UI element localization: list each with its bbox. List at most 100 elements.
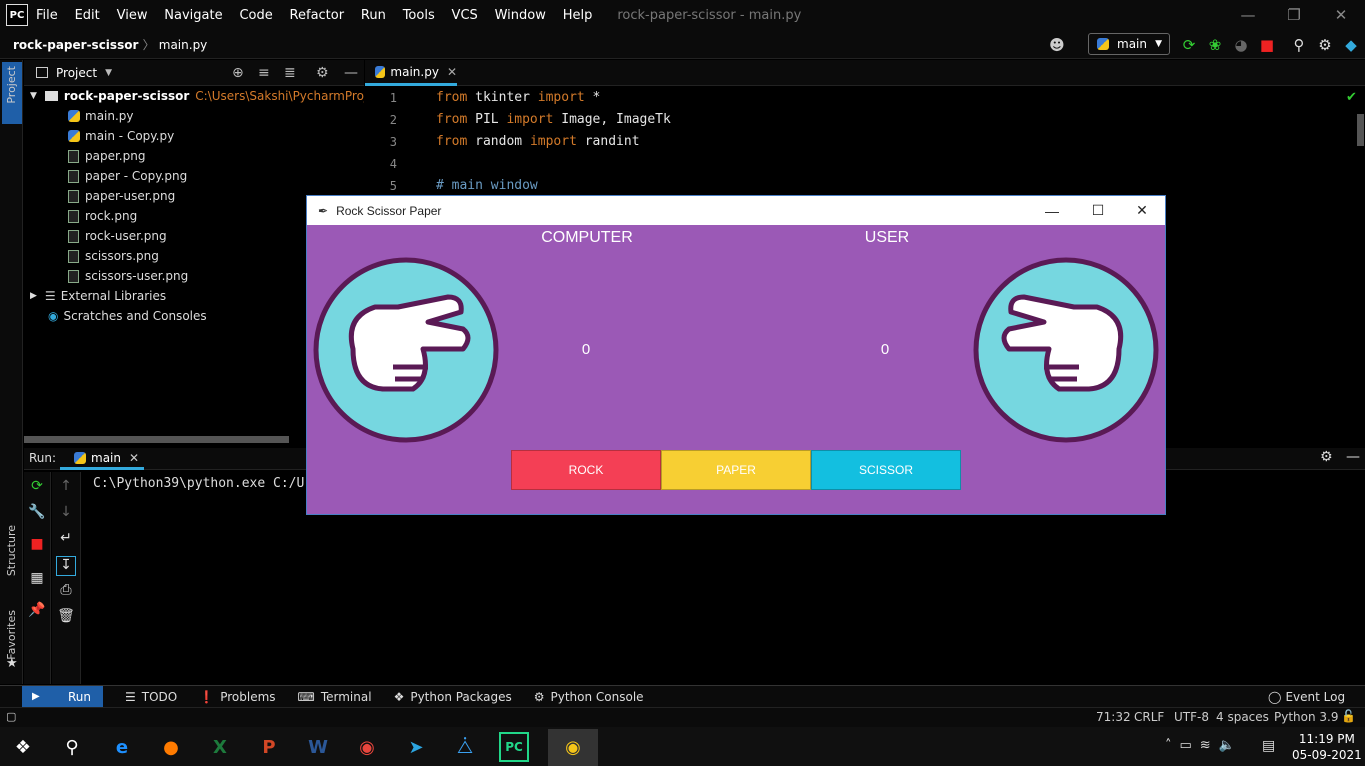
powerpoint-icon[interactable]: P [254,732,284,762]
collapse-all-icon[interactable]: ≣ [284,65,296,81]
search-icon[interactable]: ⚲ [1290,36,1308,54]
wrench-icon[interactable]: 🔧 [27,504,47,520]
tab-problems[interactable]: ❗ Problems [199,690,275,704]
status-indent[interactable]: 4 spaces [1216,710,1269,724]
menu-view[interactable]: View [117,8,148,23]
tree-file[interactable]: scissors.png [68,246,159,266]
tab-run[interactable]: ▶ Run [22,685,104,708]
arrow-down-icon[interactable]: ↓ [56,504,76,520]
edge-icon[interactable]: e [107,732,137,762]
menu-code[interactable]: Code [239,8,272,23]
structure-tool-tab[interactable]: Structure [5,525,18,576]
rock-button[interactable]: ROCK [511,450,661,490]
search-icon[interactable]: ⚲ [57,732,87,762]
close-button[interactable]: ✕ [1318,0,1364,30]
tab-event-log[interactable]: ◯ Event Log [1268,690,1345,704]
tree-file[interactable]: paper.png [68,146,145,166]
system-tray-icons[interactable]: ˄▭≋🔈 [1165,738,1243,753]
run-tab-main[interactable]: main ✕ [60,448,144,470]
python-taskbar-icon[interactable]: ◉ [548,729,598,766]
breadcrumb-file[interactable]: main.py [159,38,208,52]
paper-button[interactable]: PAPER [661,450,811,490]
hide-icon[interactable]: — [344,65,358,81]
notification-icon[interactable]: ▤ [1262,738,1275,754]
chrome-icon[interactable]: ◉ [352,732,382,762]
layout-icon[interactable]: ▢ [6,710,16,723]
tree-file[interactable]: scissors-user.png [68,266,188,286]
status-line-separator[interactable]: CRLF [1134,710,1164,724]
trash-icon[interactable]: 🗑 [56,608,76,624]
menu-run[interactable]: Run [361,8,386,23]
status-position[interactable]: 71:32 [1096,710,1131,724]
word-icon[interactable]: W [303,732,333,762]
run-config-select[interactable]: main ▼ [1088,33,1170,55]
stop-icon[interactable]: ■ [1258,36,1276,54]
project-tool-tab[interactable]: Project [2,62,22,124]
rerun-icon[interactable]: ⟳ [27,478,47,494]
scissor-button[interactable]: SCISSOR [811,450,961,490]
debug-icon[interactable]: ❀ [1206,36,1224,54]
breadcrumb-project[interactable]: rock-paper-scissor [13,38,138,52]
jetbrains-icon[interactable]: ◆ [1342,36,1360,54]
pin-icon[interactable]: 📌 [27,602,47,618]
tree-file[interactable]: main - Copy.py [68,126,174,146]
print-icon[interactable]: ⎙ [56,582,76,598]
project-panel-title[interactable]: Project [56,66,97,80]
user-icon[interactable]: ☻ [1048,36,1066,54]
excel-icon[interactable]: X [205,732,235,762]
pycharm-taskbar-icon[interactable]: PC [499,732,529,762]
menu-tools[interactable]: Tools [403,8,435,23]
tree-root[interactable]: ▼ rock-paper-scissor C:\Users\Sakshi\Pyc… [30,86,364,106]
status-encoding[interactable]: UTF-8 [1174,710,1209,724]
tree-file[interactable]: rock-user.png [68,226,167,246]
vscode-icon[interactable]: ⧊ [450,732,480,762]
favorites-tool-tab[interactable]: Favorites [5,610,18,660]
tab-python-packages[interactable]: ❖ Python Packages [394,690,512,704]
menu-help[interactable]: Help [563,8,593,23]
telegram-icon[interactable]: ➤ [401,732,431,762]
game-close-button[interactable]: ✕ [1119,196,1165,225]
menu-file[interactable]: File [36,8,58,23]
menu-vcs[interactable]: VCS [452,8,478,23]
lock-icon[interactable]: 🔓 [1341,709,1356,723]
gear-icon[interactable]: ⚙ [1316,36,1334,54]
editor-scrollbar[interactable] [1357,114,1364,146]
minimize-button[interactable]: — [1225,0,1271,30]
close-icon[interactable]: ✕ [129,451,139,465]
coverage-icon[interactable]: ◕ [1232,36,1250,54]
locate-icon[interactable]: ⊕ [232,65,244,81]
firefox-icon[interactable]: ● [156,732,186,762]
tree-scratches[interactable]: ◉ Scratches and Consoles [48,306,207,326]
menu-edit[interactable]: Edit [75,8,100,23]
stop-icon[interactable]: ■ [27,536,47,552]
tree-external-libraries[interactable]: ▶ ☰ External Libraries [30,286,166,306]
menu-refactor[interactable]: Refactor [290,8,345,23]
rerun-icon[interactable]: ⟳ [1180,36,1198,54]
editor-tab-main[interactable]: main.py ✕ [365,60,457,86]
status-interpreter[interactable]: Python 3.9 [1274,710,1339,724]
horizontal-scrollbar[interactable] [24,436,289,443]
close-icon[interactable]: ✕ [447,65,457,79]
settings-icon[interactable]: ⚙ [1320,449,1333,465]
windows-start-icon[interactable]: ❖ [8,732,38,762]
game-maximize-button[interactable]: ☐ [1075,196,1121,225]
game-minimize-button[interactable]: — [1029,196,1075,225]
chevron-down-icon[interactable]: ▼ [105,68,112,78]
tree-file[interactable]: paper - Copy.png [68,166,187,186]
arrow-up-icon[interactable]: ↑ [56,478,76,494]
restore-button[interactable]: ❐ [1271,0,1317,30]
tree-file[interactable]: main.py [68,106,134,126]
menu-navigate[interactable]: Navigate [164,8,222,23]
layout-icon[interactable]: ▦ [27,570,47,586]
scroll-to-end-icon[interactable]: ↧ [56,556,76,576]
tab-todo[interactable]: ☰ TODO [125,690,177,704]
tree-file[interactable]: rock.png [68,206,137,226]
tab-python-console[interactable]: ⚙ Python Console [534,690,644,704]
clock[interactable]: 11:19 PM 05-09-2021 [1292,731,1362,763]
tab-terminal[interactable]: ⌨ Terminal [298,690,372,704]
hide-icon[interactable]: — [1346,449,1360,465]
expand-all-icon[interactable]: ≡ [258,65,270,81]
tree-file[interactable]: paper-user.png [68,186,175,206]
settings-icon[interactable]: ⚙ [316,65,329,81]
menu-window[interactable]: Window [495,8,546,23]
